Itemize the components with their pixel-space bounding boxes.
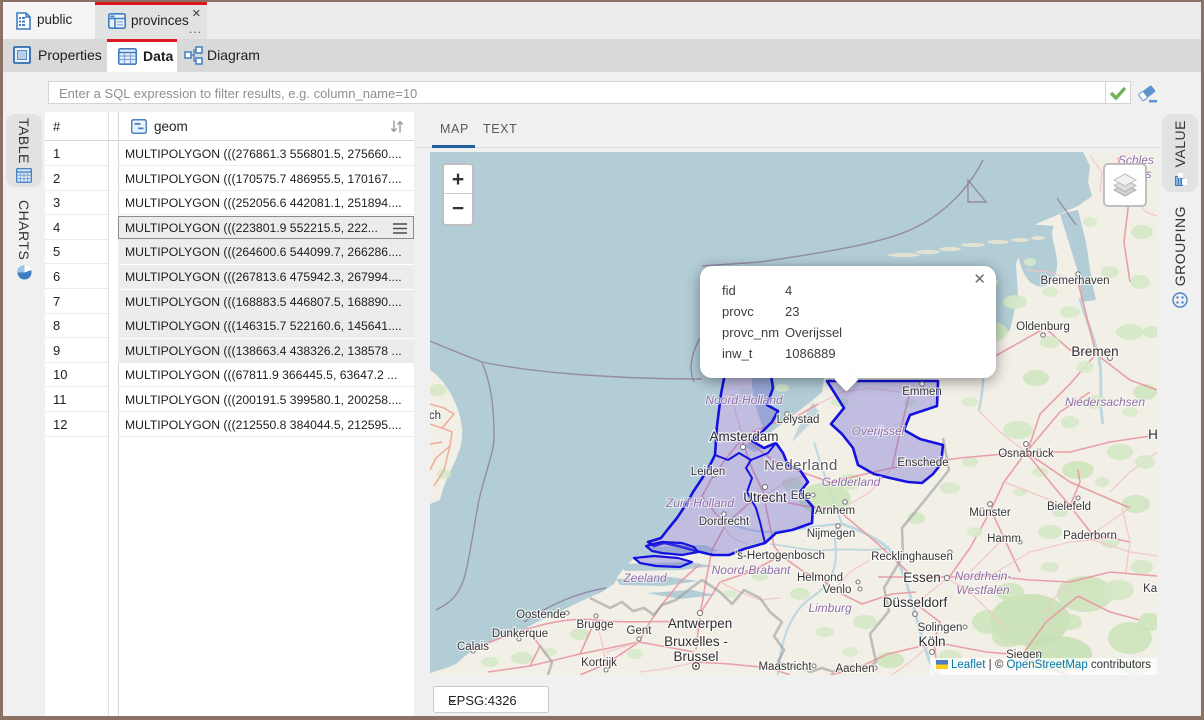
svg-text:Lelystad: Lelystad [777,414,820,426]
svg-text:Recklinghausen: Recklinghausen [871,551,953,563]
svg-text:Bruxelles -: Bruxelles - [664,634,728,649]
svg-text:Antwerpen: Antwerpen [668,616,733,631]
svg-text:Zeeland: Zeeland [622,571,667,585]
svg-text:Limburg: Limburg [808,601,852,615]
svg-text:'s-Hertogenbosch: 's-Hertogenbosch [735,550,825,562]
svg-text:Venlo: Venlo [823,584,852,596]
svg-text:Solingen: Solingen [918,622,963,634]
svg-text:Arnhem: Arnhem [815,505,855,517]
svg-text:Hamm: Hamm [987,533,1021,545]
svg-text:Düsseldorf: Düsseldorf [883,595,948,610]
svg-text:Zuid-Holland: Zuid-Holland [665,496,734,510]
svg-text:Brugge: Brugge [576,619,613,631]
svg-text:Gelderland: Gelderland [822,475,881,489]
svg-text:Osnabrück: Osnabrück [998,448,1054,460]
svg-text:Gent: Gent [627,625,653,637]
svg-text:Kortrijk: Kortrijk [581,657,617,669]
svg-text:Bielefeld: Bielefeld [1047,501,1091,513]
svg-text:Westfalen: Westfalen [956,583,1009,597]
svg-text:Bremerhaven: Bremerhaven [1040,275,1109,287]
svg-text:H: H [1148,427,1157,442]
svg-text:Essen: Essen [903,570,941,585]
svg-text:Ede: Ede [791,490,811,502]
svg-text:Münster: Münster [969,507,1011,519]
svg-text:Enschede: Enschede [897,457,948,469]
svg-text:Emmen: Emmen [902,386,942,398]
svg-text:Aachen: Aachen [835,663,874,675]
svg-text:Oostende: Oostende [516,609,566,621]
svg-text:Dordrecht: Dordrecht [699,516,750,528]
svg-text:Kas: Kas [1143,583,1157,595]
svg-text:Overijssel: Overijssel [852,424,905,438]
svg-text:Bremen: Bremen [1071,344,1118,359]
svg-text:Leiden: Leiden [691,466,726,478]
svg-text:Dunkerque: Dunkerque [492,628,548,640]
svg-text:Maastricht: Maastricht [758,661,812,673]
svg-text:Nederland: Nederland [764,457,838,474]
svg-text:Brussel: Brussel [673,649,718,664]
svg-text:Calais: Calais [457,641,489,653]
svg-text:Utrecht: Utrecht [743,490,787,505]
svg-text:Nordrhein-: Nordrhein- [955,569,1012,583]
svg-text:Nijmegen: Nijmegen [807,528,856,540]
svg-text:Oldenburg: Oldenburg [1016,321,1070,333]
svg-text:Köln: Köln [918,634,945,649]
svg-text:Noord-Holland: Noord-Holland [705,393,783,407]
svg-text:Helmond: Helmond [797,572,843,584]
svg-text:Noord-Brabant: Noord-Brabant [712,563,791,577]
svg-text:Amsterdam: Amsterdam [709,429,778,444]
svg-text:ch: ch [430,410,441,422]
svg-text:Niedersachsen: Niedersachsen [1065,395,1145,409]
